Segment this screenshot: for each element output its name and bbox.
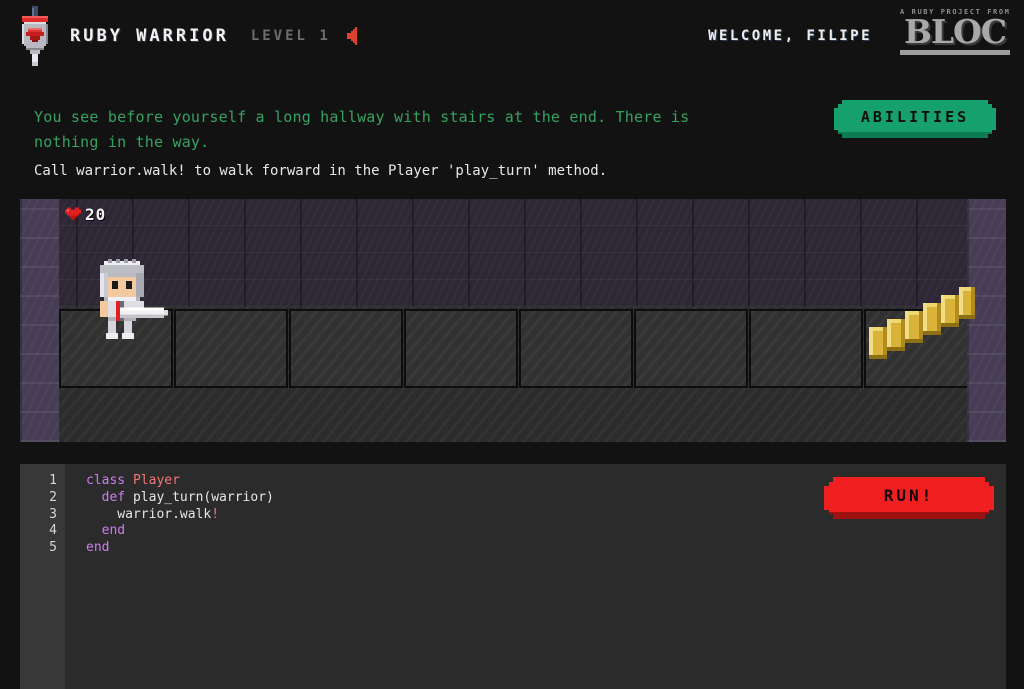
welcome-message: WELCOME, FILIPE [708, 28, 872, 44]
editor-line-number: 5 [49, 540, 57, 556]
board-tile [749, 309, 863, 388]
editor-code-line: end [86, 540, 1006, 557]
brand-group: RUBY WARRIOR LEVEL 1 [14, 4, 363, 68]
run-button-label: RUN! [883, 486, 935, 505]
editor-line-number: 4 [49, 523, 57, 539]
board-tile [634, 309, 748, 388]
health-value: 20 [85, 205, 107, 224]
game-board: 20 [20, 199, 1006, 442]
board-left-wall [20, 199, 59, 442]
board-tile [174, 309, 288, 388]
instruction-line-1: You see before yourself a long hallway w… [34, 108, 690, 126]
abilities-button[interactable]: ABILITIES [834, 100, 996, 138]
instructions-panel: You see before yourself a long hallway w… [34, 105, 794, 184]
code-token: ! [211, 506, 220, 522]
heart-icon [65, 207, 81, 220]
speaker-muted-icon[interactable] [345, 27, 363, 45]
code-token: play_turn(warrior) [125, 489, 274, 505]
editor-line-number: 1 [49, 473, 57, 488]
board-tile [404, 309, 518, 388]
level-label: LEVEL 1 [250, 28, 331, 44]
run-button[interactable]: RUN! [824, 477, 994, 519]
abilities-button-label: ABILITIES [860, 108, 970, 126]
health-indicator: 20 [65, 205, 106, 224]
stairs-icon [865, 277, 975, 359]
code-token: def [101, 489, 126, 505]
bloc-logo[interactable]: A RUBY PROJECT FROM BLOC [900, 8, 1010, 55]
editor-line-number: 3 [49, 506, 57, 522]
editor-gutter: 12345 [20, 464, 65, 689]
code-token: class [86, 473, 126, 488]
editor-line-number: 2 [49, 489, 57, 505]
board-tile [289, 309, 403, 388]
code-token: end [101, 523, 126, 539]
board-tile [519, 309, 633, 388]
instruction-line-2: nothing in the way. [34, 133, 210, 151]
editor-code-line: end [86, 523, 1006, 540]
instruction-hint: Call warrior.walk! to walk forward in th… [34, 163, 608, 179]
bloc-wordmark: BLOC [903, 12, 1007, 51]
warrior-knight-icon [88, 257, 170, 357]
code-token: warrior.walk [86, 506, 212, 522]
tile-row [59, 309, 979, 388]
ruby-shield-sword-icon [14, 4, 56, 68]
brand-title: RUBY WARRIOR [70, 26, 229, 46]
code-token: end [86, 540, 110, 556]
code-token: Player [132, 473, 180, 488]
app-header: RUBY WARRIOR LEVEL 1 WELCOME, FILIPE A R… [0, 0, 1024, 76]
